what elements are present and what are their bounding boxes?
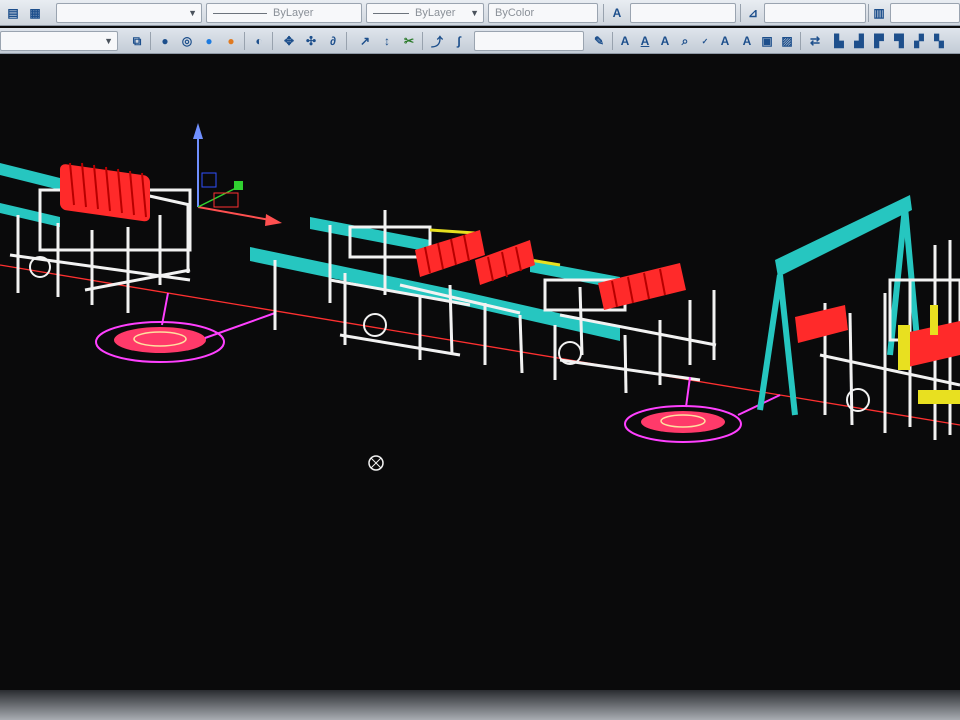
sweep-icon[interactable]: ⤴ [428, 32, 446, 50]
drawing-viewport[interactable] [0, 55, 960, 720]
view-left-icon[interactable]: ▛ [870, 32, 888, 50]
dimension-style-dropdown[interactable] [764, 3, 866, 23]
separator [422, 32, 423, 50]
orbit-icon[interactable]: ✥ [280, 32, 298, 50]
fly-icon[interactable]: ∂ [324, 32, 342, 50]
magenta-marker-right [624, 376, 781, 443]
pan-cursor-icon [368, 455, 384, 471]
layer-dropdown[interactable]: ▼ [56, 3, 202, 23]
view-right-icon[interactable]: ▜ [890, 32, 908, 50]
view-top-icon[interactable]: ▙ [830, 32, 848, 50]
monitor-bezel [0, 690, 960, 720]
zoom-icon[interactable]: ↕ [378, 32, 396, 50]
linetype-value: ByLayer [273, 7, 314, 19]
separator [868, 4, 869, 22]
loft-icon[interactable]: ∫ [450, 32, 468, 50]
separator [740, 4, 741, 22]
dimension-style-icon[interactable]: ⊿ [744, 4, 762, 22]
layer-manager-icon[interactable]: ▤ [4, 4, 22, 22]
text-frame-icon[interactable]: ▣ [758, 32, 776, 50]
linetype-dropdown[interactable]: ByLayer [206, 3, 362, 23]
text-style-icon[interactable]: A [608, 4, 626, 22]
text-style-dropdown[interactable] [630, 3, 736, 23]
view-front-icon[interactable]: ▞ [910, 32, 928, 50]
table-style-dropdown[interactable] [890, 3, 960, 23]
layer-state-icon[interactable]: ▦ [26, 4, 44, 22]
render-icon[interactable]: ◐ [250, 32, 268, 50]
separator [603, 4, 604, 22]
modify-toolbar: ▼ ⧉ ● ◎ ● ● ◐ ✥ ✣ ∂ ↗ ↕ ✂ ⤴ ∫ ✎ A A A ⌕ … [0, 28, 960, 54]
spell-check-icon[interactable]: ✓ [696, 32, 714, 50]
table-style-icon[interactable]: ▥ [870, 4, 888, 22]
properties-toolbar: ▤ ▦ ▼ ByLayer ByLayer ▼ ByColor A ⊿ ▥ [0, 0, 960, 26]
separator [612, 32, 613, 50]
sphere-icon[interactable]: ● [200, 32, 218, 50]
insert-icon[interactable]: ⇄ [806, 32, 824, 50]
plotstyle-value: ByColor [495, 7, 535, 19]
magenta-marker-left [95, 292, 276, 363]
justify-text-icon[interactable]: A [738, 32, 756, 50]
visual-style-dropdown[interactable] [474, 31, 584, 51]
middle-conveyor-module [250, 210, 717, 394]
view-iso-icon[interactable]: ▚ [930, 32, 948, 50]
view-bottom-icon[interactable]: ▟ [850, 32, 868, 50]
separator [272, 32, 273, 50]
multiline-text-icon[interactable]: A [636, 32, 654, 50]
separator [346, 32, 347, 50]
lineweight-dropdown[interactable]: ByLayer ▼ [366, 3, 484, 23]
hide-icon[interactable]: ◎ [178, 32, 196, 50]
edit-text-icon[interactable]: A [656, 32, 674, 50]
left-conveyor-module [0, 162, 192, 313]
find-text-icon[interactable]: ⌕ [676, 32, 694, 50]
block-icon[interactable]: ✎ [590, 32, 608, 50]
material-icon[interactable]: ● [222, 32, 240, 50]
right-gantry-module [757, 195, 960, 440]
layer-previous-icon[interactable]: ⧉ [128, 32, 146, 50]
scale-text-icon[interactable]: A [716, 32, 734, 50]
plotstyle-dropdown[interactable]: ByColor [488, 3, 598, 23]
attribute-icon[interactable]: ▨ [778, 32, 796, 50]
lineweight-value: ByLayer [415, 7, 456, 19]
separator [244, 32, 245, 50]
ucs-icon [193, 123, 282, 226]
cad-model-drawing [0, 123, 960, 471]
layer-combo[interactable]: ▼ [0, 31, 118, 51]
separator [150, 32, 151, 50]
text-icon[interactable]: A [616, 32, 634, 50]
separator [800, 32, 801, 50]
walk-icon[interactable]: ✣ [302, 32, 320, 50]
layer-isolate-icon[interactable]: ● [156, 32, 174, 50]
pan-icon[interactable]: ↗ [356, 32, 374, 50]
flip-icon[interactable]: ✂ [400, 32, 418, 50]
